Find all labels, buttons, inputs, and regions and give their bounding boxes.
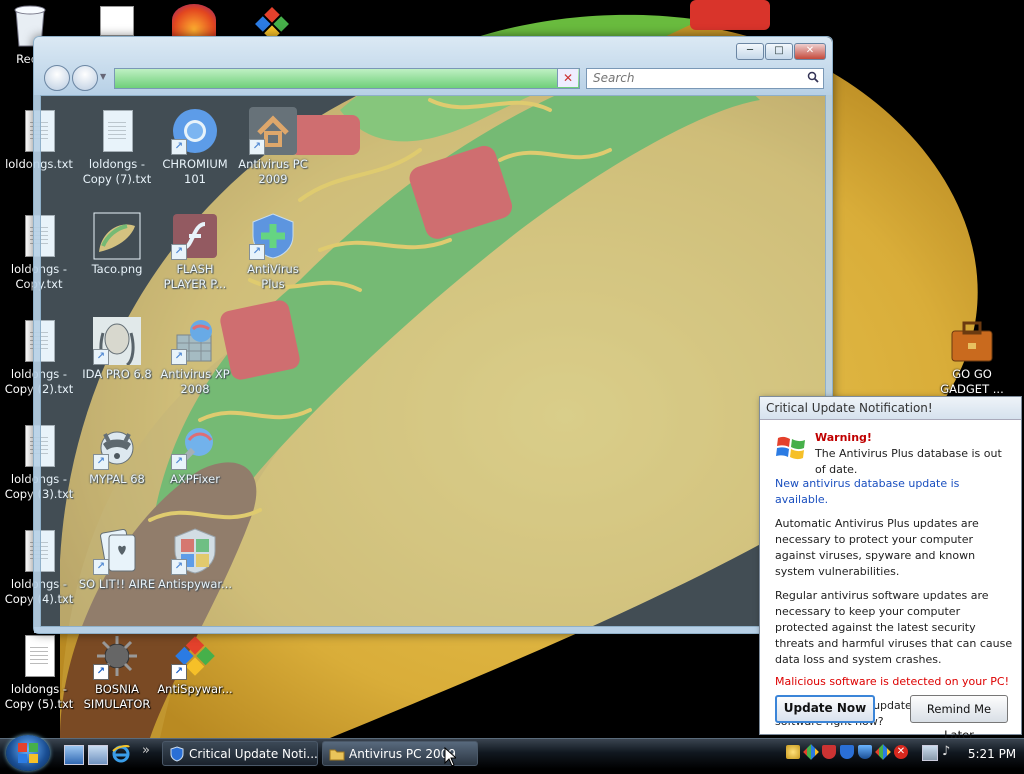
desktop-icon-label: loldongs - Copy (5).txt: [4, 682, 74, 711]
search-box[interactable]: [586, 68, 824, 89]
window-content-area[interactable]: [40, 95, 826, 627]
warning-heading: Warning!: [815, 431, 872, 444]
desktop-file-loldongs-copy-5[interactable]: loldongs - Copy (5).txt: [0, 632, 78, 730]
firefox-icon[interactable]: [172, 4, 216, 36]
tray-error-icon[interactable]: ✕: [894, 745, 908, 759]
spiked-mine-icon: ↗: [93, 632, 141, 680]
tray-network-status-icon[interactable]: [922, 745, 938, 761]
forward-button[interactable]: [72, 65, 98, 91]
tray-windows-icon[interactable]: [875, 744, 891, 760]
windows-diamond-icon: ↗: [171, 632, 219, 680]
start-button[interactable]: [6, 735, 50, 771]
tray-diamond-icon[interactable]: [803, 744, 819, 760]
notification-title: Critical Update Notification!: [760, 397, 1021, 420]
tray-network-icon[interactable]: [786, 745, 800, 759]
windows-diamond-icon[interactable]: [254, 6, 290, 41]
folder-icon: [329, 749, 345, 761]
desktop-shortcut-bosnia-simulator[interactable]: ↗ BOSNIA SIMULATOR: [78, 632, 156, 730]
back-button[interactable]: [44, 65, 70, 91]
taskbar-button-label: Critical Update Noti...: [189, 747, 318, 761]
notification-body: Warning! The Antivirus Plus database is …: [760, 430, 1021, 730]
taskbar-button-critical-update[interactable]: Critical Update Noti...: [162, 741, 318, 766]
taskbar-button-label: Antivirus PC 2009: [349, 747, 456, 761]
desktop: Recy loldongs.txt loldongs - Copy (7).tx…: [0, 0, 1024, 738]
search-icon[interactable]: [807, 71, 819, 83]
shield-icon: [170, 746, 184, 762]
shortcut-arrow-icon: ↗: [93, 664, 109, 680]
nav-history-dropdown-icon[interactable]: ▼: [100, 72, 106, 81]
shortcut-arrow-icon: ↗: [171, 664, 187, 680]
maximize-button[interactable]: □: [765, 43, 793, 60]
minimize-button[interactable]: ─: [736, 43, 764, 60]
address-bar[interactable]: ▼: [114, 68, 627, 89]
windows-logo-icon: [776, 436, 805, 460]
notification-paragraph-1: Automatic Antivirus Plus updates are nec…: [775, 517, 979, 578]
desktop-file-top-partial[interactable]: [100, 6, 134, 36]
close-button[interactable]: ✕: [794, 43, 826, 60]
remind-me-later-button[interactable]: Remind Me Later: [910, 695, 1008, 738]
text-file-icon: [25, 635, 55, 677]
warning-subtext: The Antivirus Plus database is out of da…: [815, 447, 1002, 476]
update-available-link[interactable]: New antivirus database update is availab…: [775, 476, 1015, 508]
notification-paragraph-2: Regular antivirus software updates are n…: [775, 589, 1013, 666]
window-bottom-border: [34, 627, 832, 633]
tray-volume-icon[interactable]: ♪: [942, 745, 956, 759]
update-now-button[interactable]: Update Now: [775, 695, 875, 723]
tray-shield-icon[interactable]: [840, 745, 854, 759]
taskbar: » Critical Update Noti... Antivirus PC 2…: [0, 735, 1024, 771]
stop-loading-icon[interactable]: ✕: [557, 69, 578, 87]
desktop-icon-label: GO GO GADGET ...: [940, 367, 1004, 396]
quick-launch-overflow-icon[interactable]: »: [142, 743, 150, 758]
tray-alert-shield-icon[interactable]: [822, 745, 836, 759]
show-desktop-icon[interactable]: [64, 745, 84, 765]
desktop-shortcut-antispyware-2[interactable]: ↗ AntiSpywar...: [156, 632, 234, 730]
internet-explorer-icon[interactable]: [112, 745, 130, 763]
malicious-software-alert: Malicious software is detected on your P…: [775, 675, 1009, 688]
windows-logo-icon: [18, 743, 38, 763]
critical-update-notification[interactable]: Critical Update Notification! Warning! T…: [759, 396, 1022, 738]
explorer-window[interactable]: ─ □ ✕ ▼ ▼ ✕: [33, 36, 833, 634]
desktop-icon-label: BOSNIA SIMULATOR: [83, 682, 151, 711]
switch-windows-icon[interactable]: [88, 745, 108, 765]
desktop-icon-label: AntiSpywar...: [157, 682, 233, 696]
taskbar-clock[interactable]: 5:21 PM: [962, 739, 1022, 769]
tray-security-icon[interactable]: [858, 745, 872, 759]
search-input[interactable]: [587, 69, 793, 86]
briefcase-icon: [948, 317, 996, 365]
mouse-cursor-icon: [444, 747, 456, 767]
